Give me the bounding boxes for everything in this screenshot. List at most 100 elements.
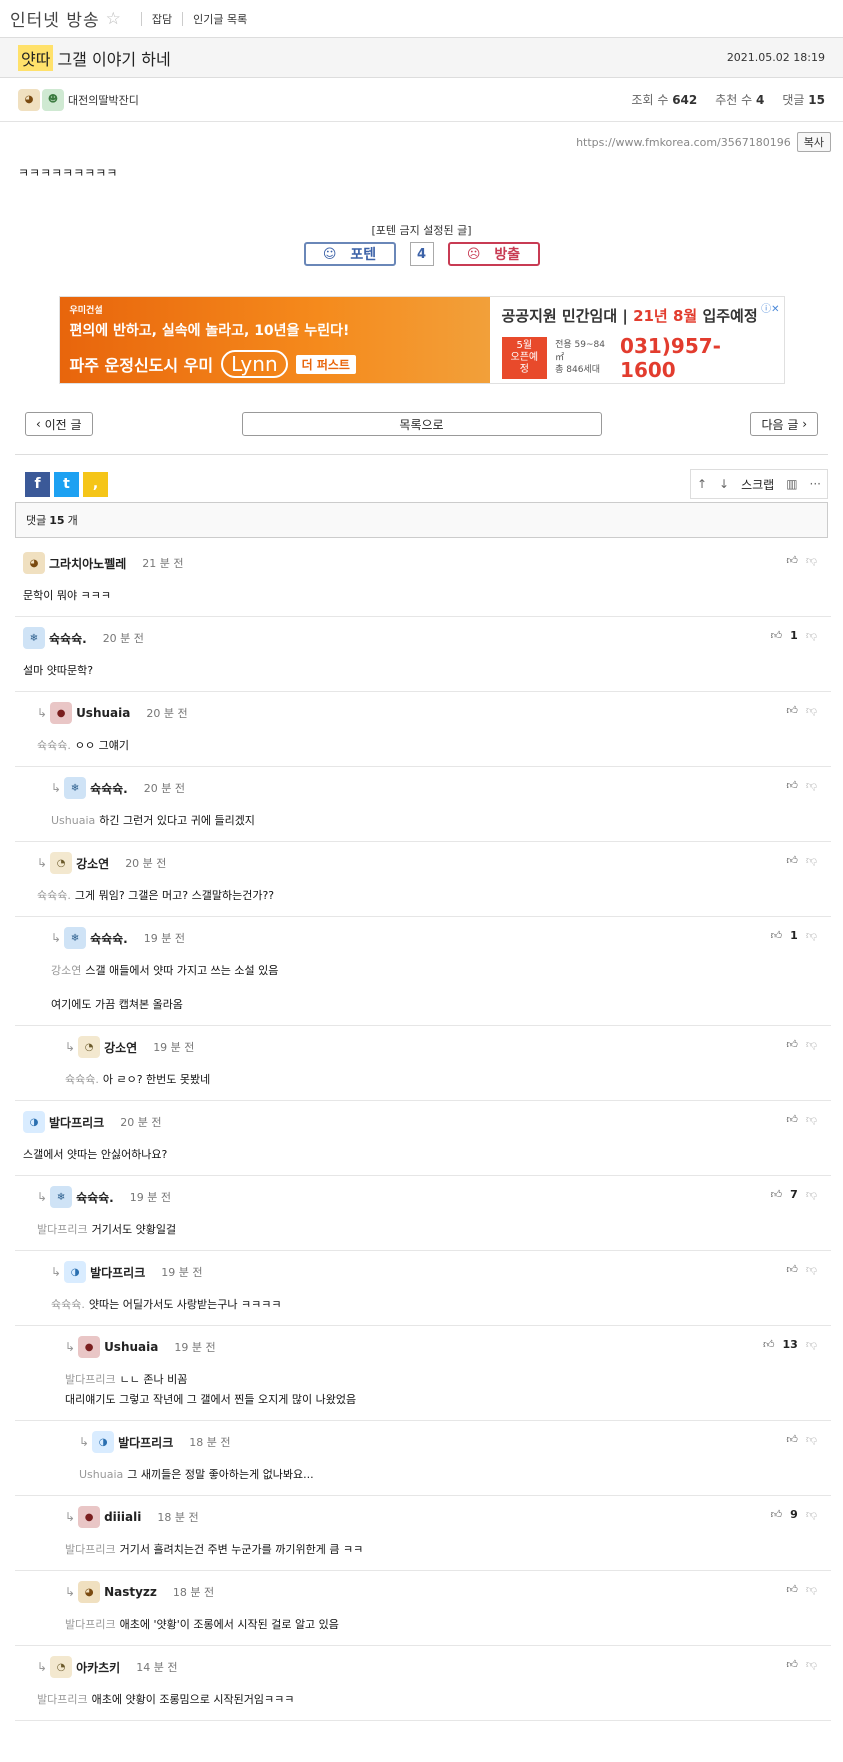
- list-button[interactable]: 목록으로: [241, 412, 602, 436]
- commenter-avatar[interactable]: ●: [78, 1506, 101, 1528]
- prev-post-button[interactable]: ‹ 이전 글: [25, 412, 93, 436]
- thumbs-down-icon[interactable]: 👎︎: [806, 929, 817, 942]
- commenter-name[interactable]: 발다프리크: [90, 1264, 145, 1281]
- thumbs-up-icon[interactable]: 👍︎: [771, 1508, 783, 1521]
- commenter-name[interactable]: 슉슉슉.: [90, 780, 128, 797]
- thumbs-down-icon[interactable]: 👎︎: [806, 1263, 817, 1276]
- commenter-name[interactable]: 강소연: [76, 855, 109, 872]
- thumbs-down-icon[interactable]: 👎︎: [806, 1338, 817, 1351]
- commenter-avatar[interactable]: ❄: [64, 777, 87, 799]
- thumbs-up-icon[interactable]: 👍︎: [786, 1583, 798, 1596]
- commenter-avatar[interactable]: ❄: [23, 627, 45, 649]
- comment-item: ◑ 발다프리크 20 분 전 스갤에서 얏따는 안싫어하나요? 👍︎ 👎︎: [15, 1101, 831, 1176]
- commenter-name[interactable]: Ushuaia: [104, 1340, 158, 1354]
- thumbs-down-icon[interactable]: 👎︎: [806, 1508, 817, 1521]
- thumbs-down-icon[interactable]: 👎︎: [806, 854, 817, 867]
- thumbs-up-icon[interactable]: 👍︎: [786, 1263, 798, 1276]
- commenter-name[interactable]: Ushuaia: [76, 706, 130, 720]
- thumbs-up-icon[interactable]: 👍︎: [771, 629, 783, 642]
- star-outline-icon[interactable]: ☆: [106, 9, 121, 29]
- kakao-icon[interactable]: ,: [83, 471, 108, 497]
- commenter-name[interactable]: 슉슉슉.: [76, 1189, 114, 1206]
- bar-chart-icon[interactable]: ▥: [786, 477, 797, 491]
- more-icon[interactable]: ···: [810, 477, 821, 491]
- category-tag[interactable]: 얏따: [18, 44, 54, 71]
- comment-mention[interactable]: 슉슉슉.: [65, 1073, 99, 1086]
- commenter-avatar[interactable]: ◔: [50, 852, 73, 874]
- comment-body: 문학이 뭐야 ㅋㅋㅋ: [23, 589, 111, 602]
- commenter-avatar[interactable]: ❄: [50, 1186, 73, 1208]
- thumbs-down-icon[interactable]: 👎︎: [806, 554, 817, 567]
- commenter-name[interactable]: diiiali: [104, 1510, 141, 1524]
- thumbs-down-icon[interactable]: 👎︎: [806, 629, 817, 642]
- commenter-avatar[interactable]: ◔: [78, 1036, 101, 1058]
- comment-content: ↳ ● diiiali 18 분 전 발다프리크 거기서 흘려치는건 주변 누군가를 까기…: [15, 1496, 831, 1570]
- thumbs-down-icon[interactable]: 👎︎: [806, 704, 817, 717]
- thumbs-up-icon[interactable]: 👍︎: [763, 1338, 775, 1351]
- board-title[interactable]: 인터넷 방송: [10, 6, 100, 31]
- thumbs-down-icon[interactable]: 👎︎: [806, 1113, 817, 1126]
- thumbs-down-icon[interactable]: 👎︎: [806, 1658, 817, 1671]
- prev-post-label: 이전 글: [44, 417, 82, 432]
- commenter-avatar[interactable]: ❄: [64, 927, 87, 949]
- comment-mention[interactable]: Ushuaia: [51, 814, 95, 827]
- comment-mention[interactable]: 슉슉슉.: [37, 739, 71, 752]
- next-post-button[interactable]: 다음 글 ›: [750, 412, 818, 436]
- ad-info-icon[interactable]: ⓘ✕: [761, 300, 779, 315]
- comment-mention[interactable]: 슉슉슉.: [51, 1298, 85, 1311]
- commenter-name[interactable]: 슉슉슉.: [49, 630, 87, 647]
- thumbs-up-icon[interactable]: 👍︎: [786, 1038, 798, 1051]
- commenter-avatar[interactable]: ◑: [23, 1111, 45, 1133]
- commenter-name[interactable]: 슉슉슉.: [90, 930, 128, 947]
- facebook-icon[interactable]: f: [25, 471, 50, 497]
- thumbs-up-icon[interactable]: 👍︎: [786, 1658, 798, 1671]
- ad-banner[interactable]: 우미건설 편의에 반하고, 실속에 놀라고, 10년을 누린다! 파주 운정신도…: [58, 296, 785, 384]
- comment-mention[interactable]: 발다프리크: [65, 1618, 116, 1631]
- thumbs-down-icon[interactable]: 👎︎: [806, 779, 817, 792]
- comment-mention[interactable]: 발다프리크: [65, 1543, 116, 1556]
- comment-mention[interactable]: 발다프리크: [37, 1223, 88, 1236]
- comment-mention[interactable]: 발다프리크: [65, 1373, 116, 1386]
- arrow-down-icon[interactable]: ↓: [719, 477, 729, 491]
- commenter-avatar[interactable]: ●: [78, 1336, 101, 1358]
- post-url[interactable]: https://www.fmkorea.com/3567180196: [576, 136, 791, 149]
- scrap-button[interactable]: 스크랩: [741, 476, 774, 493]
- board-link-chat[interactable]: 잡담: [152, 11, 172, 27]
- downvote-button[interactable]: ☹ 방출: [447, 242, 540, 266]
- author-info[interactable]: ◕ ☻ 대전의딸박잔디: [18, 88, 139, 111]
- commenter-avatar[interactable]: ●: [50, 702, 73, 724]
- thumbs-up-icon[interactable]: 👍︎: [786, 1113, 798, 1126]
- commenter-avatar[interactable]: ◕: [78, 1581, 101, 1603]
- thumbs-down-icon[interactable]: 👎︎: [806, 1433, 817, 1446]
- thumbs-down-icon[interactable]: 👎︎: [806, 1583, 817, 1596]
- copy-url-button[interactable]: 복사: [796, 132, 831, 152]
- comment-mention[interactable]: Ushuaia: [79, 1468, 123, 1481]
- commenter-avatar[interactable]: ◔: [50, 1656, 73, 1678]
- arrow-up-icon[interactable]: ↑: [697, 477, 707, 491]
- commenter-name[interactable]: 아카츠키: [76, 1659, 120, 1676]
- thumbs-down-icon[interactable]: 👎︎: [806, 1038, 817, 1051]
- commenter-name[interactable]: Nastyzz: [104, 1585, 157, 1599]
- commenter-avatar[interactable]: ◑: [92, 1431, 115, 1453]
- author-name[interactable]: 대전의딸박잔디: [68, 92, 139, 108]
- commenter-name[interactable]: 발다프리크: [118, 1434, 173, 1451]
- thumbs-up-icon[interactable]: 👍︎: [786, 554, 798, 567]
- thumbs-down-icon[interactable]: 👎︎: [806, 1188, 817, 1201]
- commenter-name[interactable]: 강소연: [104, 1039, 137, 1056]
- upvote-button[interactable]: ☺ 포텐: [303, 242, 396, 266]
- commenter-name[interactable]: 그라치아노펠레: [49, 555, 126, 572]
- thumbs-up-icon[interactable]: 👍︎: [771, 1188, 783, 1201]
- board-link-popular[interactable]: 인기글 목록: [193, 11, 247, 27]
- thumbs-up-icon[interactable]: 👍︎: [786, 704, 798, 717]
- comment-mention[interactable]: 발다프리크: [37, 1693, 88, 1706]
- commenter-avatar[interactable]: ◑: [64, 1261, 87, 1283]
- thumbs-up-icon[interactable]: 👍︎: [771, 929, 783, 942]
- thumbs-up-icon[interactable]: 👍︎: [786, 1433, 798, 1446]
- commenter-avatar[interactable]: ◕: [23, 552, 45, 574]
- comment-mention[interactable]: 슉슉슉.: [37, 889, 71, 902]
- thumbs-up-icon[interactable]: 👍︎: [786, 854, 798, 867]
- comment-mention[interactable]: 강소연: [51, 964, 81, 977]
- commenter-name[interactable]: 발다프리크: [49, 1114, 104, 1131]
- thumbs-up-icon[interactable]: 👍︎: [786, 779, 798, 792]
- twitter-icon[interactable]: t: [54, 471, 79, 497]
